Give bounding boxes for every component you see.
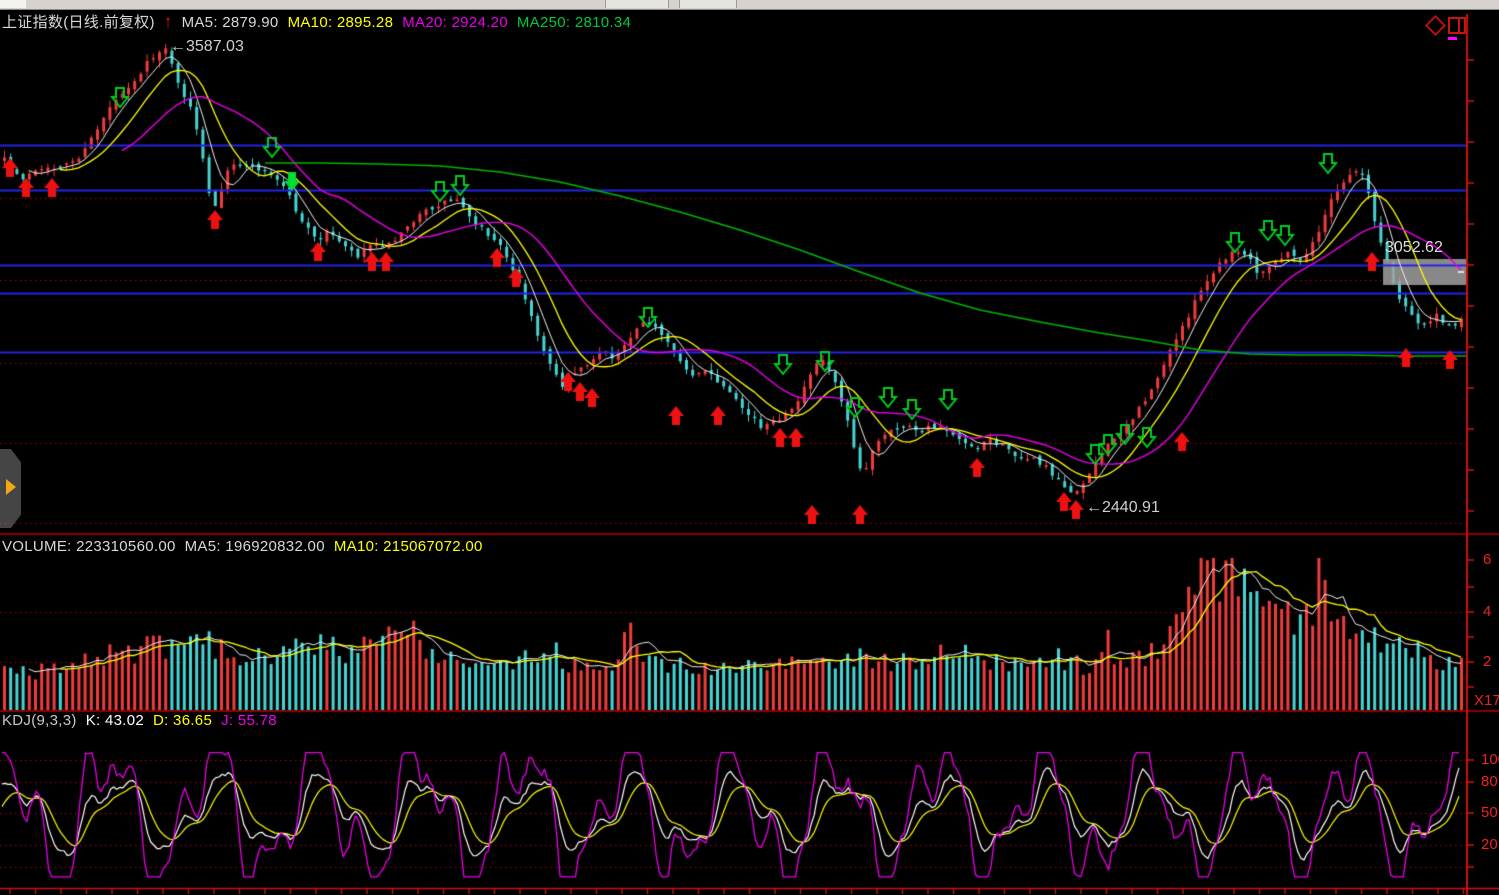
volume-axis-label-4: 4 [1483,603,1491,620]
peak-price-label: ←3587.03 [170,38,244,56]
volume-header: VOLUME: 223310560.00 MA5: 196920832.00 M… [2,538,483,555]
kdj-axis-label-50: 50 [1481,804,1498,821]
toolbar-button-strip-2[interactable] [679,0,737,8]
diamond-tool-icon[interactable] [1428,18,1443,33]
volume-value: VOLUME: 223310560.00 [2,538,176,555]
kdj-j-value: J: 55.78 [221,712,277,729]
kdj-axis-label-20: 20 [1481,836,1498,853]
ma5-value: MA5: 2879.90 [182,14,279,31]
ma20-value: MA20: 2924.20 [402,14,508,31]
volume-axis-label-2: 2 [1483,653,1491,670]
kdj-axis-label-100: 100 [1481,751,1499,768]
kdj-title[interactable]: KDJ(9,3,3) [2,712,77,729]
toolbar-bottom-strip [0,0,1499,10]
volume-axis-label-6: 6 [1483,551,1491,568]
kdj-header: KDJ(9,3,3) K: 43.02 D: 36.65 J: 55.78 [2,712,277,729]
volume-ma10-value: MA10: 215067072.00 [334,538,483,555]
kdj-k-value: K: 43.02 [86,712,144,729]
toolbar-button-strip-1[interactable] [605,0,669,8]
kdj-d-value: D: 36.65 [153,712,212,729]
main-chart-header: 上证指数(日线.前复权) ↑ MA5: 2879.90 MA10: 2895.2… [2,11,631,32]
index-title[interactable]: 上证指数(日线.前复权) [2,11,155,32]
magenta-marker-icon [1448,37,1457,40]
ma250-value: MA250: 2810.34 [517,14,631,31]
toolbar-corner-highlight [0,0,26,8]
chart-canvas[interactable] [0,0,1499,895]
trough-price-label: ←2440.91 [1086,499,1160,517]
last-price-tag: 3052.62 [1385,239,1443,257]
app-window: 上证指数(日线.前复权) ↑ MA5: 2879.90 MA10: 2895.2… [0,0,1499,895]
buy-signal-arrow-icon: ↑ [164,12,173,32]
sidebar-expand-handle[interactable] [0,449,21,528]
volume-ma5-value: MA5: 196920832.00 [185,538,325,555]
kdj-axis-label-80: 80 [1481,773,1498,790]
expand-arrow-icon [6,479,16,495]
window-layout-icon[interactable] [1448,17,1466,34]
ma10-value: MA10: 2895.28 [288,14,394,31]
volume-axis-unit: X17 [1474,692,1499,709]
